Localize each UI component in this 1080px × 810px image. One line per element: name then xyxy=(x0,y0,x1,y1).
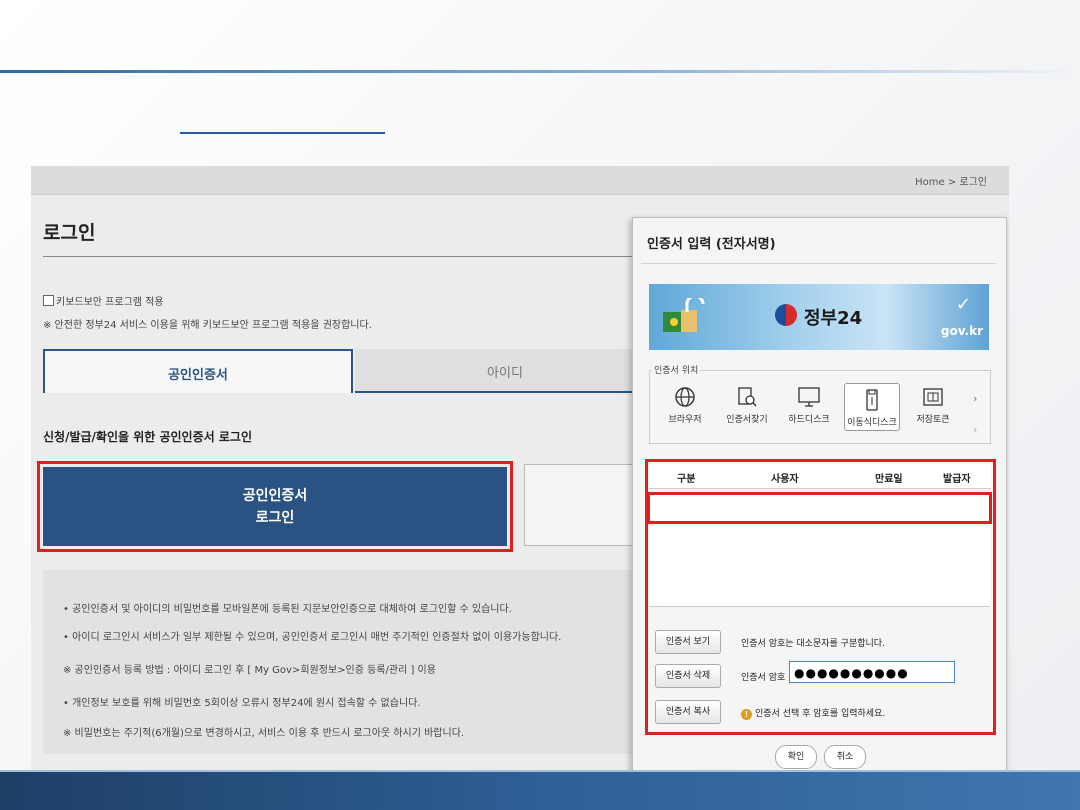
view-cert-button[interactable]: 인증서 보기 xyxy=(655,630,721,654)
cert-location-group: 인증서 위치 브라우저 인증서찾기 하드디스크 이동식디스크 저장토큰 xyxy=(649,363,991,444)
breadcrumb-bar: Home > 로그인 xyxy=(31,166,1009,195)
password-warning-text: 인증서 선택 후 암호를 입력하세요. xyxy=(755,709,886,719)
cert-password-input[interactable]: ●●●●●●●●●● xyxy=(789,661,955,683)
tab-certificate[interactable]: 공인인증서 xyxy=(43,349,353,393)
shield-check-icon: ✓ xyxy=(955,294,971,315)
cert-login-line1: 공인인증서 xyxy=(242,488,308,504)
password-warning: ! 인증서 선택 후 암호를 입력하세요. xyxy=(741,706,885,720)
cert-login-highlight: 공인인증서 로그인 xyxy=(37,461,513,552)
gov-logo-icon xyxy=(775,304,797,326)
dialog-divider xyxy=(641,263,996,264)
notice-item: ※ 공인인증서 등록 방법 : 아이디 로그인 후 [ My Gov>회원정보>… xyxy=(63,665,436,676)
title-divider xyxy=(43,256,663,257)
confirm-button[interactable]: 확인 xyxy=(775,745,817,769)
page-title: 로그인 xyxy=(43,222,96,244)
cancel-button[interactable]: 취소 xyxy=(824,745,866,769)
keyboard-security-checkbox[interactable] xyxy=(43,295,54,306)
header-accent-line xyxy=(0,70,1080,73)
usb-icon xyxy=(866,389,878,411)
case-sensitive-note: 인증서 암호는 대소문자를 구분합니다. xyxy=(741,639,885,649)
location-browser[interactable]: 브라우저 xyxy=(658,381,712,433)
keyboard-security-label: 키보드보안 프로그램 적용 xyxy=(56,297,164,308)
footer-band xyxy=(0,770,1080,810)
breadcrumb[interactable]: Home > 로그인 xyxy=(915,173,987,188)
cert-input-dialog: 인증서 입력 (전자서명) 정부24 ✓ gov.kr 인증서 위치 브라우저 … xyxy=(632,217,1007,779)
section-subtitle: 신청/발급/확인을 위한 공인인증서 로그인 xyxy=(43,430,252,444)
title-underline xyxy=(180,132,385,134)
gov24-banner: 정부24 ✓ gov.kr xyxy=(649,284,989,350)
location-token-label: 저장토큰 xyxy=(916,415,950,425)
location-token[interactable]: 저장토큰 xyxy=(906,381,960,433)
column-header-issuer: 발급자 xyxy=(943,474,971,485)
cert-table-row[interactable] xyxy=(647,492,992,524)
chevron-right-icon[interactable]: › xyxy=(973,392,977,405)
location-find-cert-label: 인증서찾기 xyxy=(726,415,768,425)
tab-certificate-label: 공인인증서 xyxy=(168,368,228,383)
globe-icon xyxy=(675,387,695,407)
column-header-user: 사용자 xyxy=(771,474,799,485)
tab-id-label: 아이디 xyxy=(487,366,523,381)
warning-icon: ! xyxy=(741,709,752,720)
location-removable-disk[interactable]: 이동식디스크 xyxy=(844,383,900,431)
delete-cert-button[interactable]: 인증서 삭제 xyxy=(655,664,721,688)
notice-item: • 개인정보 보호를 위해 비밀번호 5회이상 오류시 정부24에 원시 접속할… xyxy=(63,698,421,709)
notice-item: • 공인인증서 및 아이디의 비밀번호를 모바일폰에 등록된 지문보안인증으로 … xyxy=(63,604,512,615)
cert-login-line2: 로그인 xyxy=(255,510,295,526)
banner-domain: gov.kr xyxy=(940,324,983,338)
cert-location-label: 인증서 위치 xyxy=(652,363,701,376)
column-header-expiry: 만료일 xyxy=(875,474,903,485)
token-icon xyxy=(923,388,943,406)
copy-cert-button[interactable]: 인증서 복사 xyxy=(655,700,721,724)
dialog-title: 인증서 입력 (전자서명) xyxy=(647,237,776,252)
find-cert-icon xyxy=(738,387,757,407)
cert-table-body[interactable] xyxy=(649,526,990,607)
monitor-icon xyxy=(798,387,820,407)
keyboard-security-option[interactable]: 키보드보안 프로그램 적용 xyxy=(43,293,164,308)
location-hard-disk[interactable]: 하드디스크 xyxy=(782,381,836,433)
location-browser-label: 브라우저 xyxy=(668,415,702,425)
column-header-type: 구분 xyxy=(677,474,696,485)
chevron-left-icon[interactable]: ‹ xyxy=(973,423,977,436)
lock-icon xyxy=(663,298,705,332)
location-find-cert[interactable]: 인증서찾기 xyxy=(720,381,774,433)
tab-id[interactable]: 아이디 xyxy=(355,349,655,393)
notice-item: • 아이디 로그인시 서비스가 일부 제한될 수 있으며, 공인인증서 로그인시… xyxy=(63,632,562,643)
password-label: 인증서 암호 xyxy=(741,673,786,683)
notice-box: • 공인인증서 및 아이디의 비밀번호를 모바일폰에 등록된 지문보안인증으로 … xyxy=(43,570,683,754)
notice-item: ※ 비밀번호는 주기적(6개월)으로 변경하시고, 서비스 이용 후 반드시 로… xyxy=(63,728,465,739)
cert-table-header: 구분 사용자 만료일 발급자 xyxy=(649,464,991,489)
cert-password-area: 인증서 보기 인증서 암호는 대소문자를 구분합니다. 인증서 삭제 인증서 암… xyxy=(649,620,989,730)
location-hard-disk-label: 하드디스크 xyxy=(788,415,830,425)
cert-login-button[interactable]: 공인인증서 로그인 xyxy=(43,467,507,546)
keyboard-security-note: ※ 안전한 정부24 서비스 이용을 위해 키보드보안 프로그램 적용을 권장합… xyxy=(43,320,372,331)
banner-brand: 정부24 xyxy=(804,308,863,329)
location-removable-disk-label: 이동식디스크 xyxy=(847,418,897,428)
